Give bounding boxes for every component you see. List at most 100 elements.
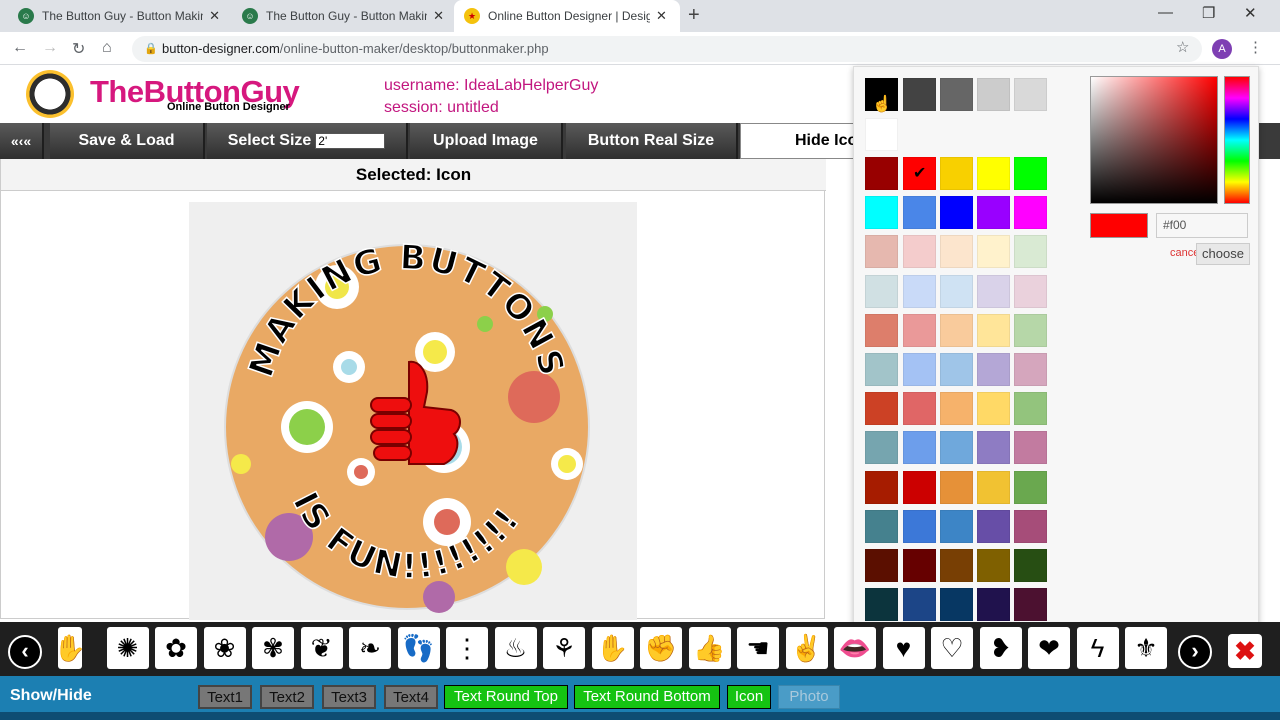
toggle-icon[interactable]: Icon — [727, 685, 771, 709]
color-swatch[interactable] — [903, 549, 936, 582]
color-swatch[interactable] — [903, 235, 936, 269]
color-swatch[interactable] — [865, 549, 898, 582]
hex-input[interactable]: #f00 — [1156, 213, 1248, 238]
leaf-icon[interactable]: ❧ — [349, 627, 391, 669]
new-tab-button[interactable]: + — [688, 4, 700, 27]
color-swatch[interactable] — [1014, 78, 1047, 111]
peace-icon[interactable]: ✌ — [785, 627, 828, 669]
color-swatch[interactable] — [940, 392, 973, 426]
color-swatch[interactable] — [1014, 392, 1047, 426]
hide-icon-button[interactable]: Hide Ico — [740, 123, 860, 159]
color-swatch[interactable] — [977, 353, 1010, 386]
color-swatch[interactable] — [865, 353, 898, 386]
profile-avatar[interactable]: A — [1212, 39, 1232, 59]
reload-icon[interactable]: ↻ — [72, 39, 85, 59]
pointing-hand-icon[interactable]: ☚ — [737, 627, 779, 669]
choose-button[interactable]: choose — [1196, 243, 1250, 265]
color-swatch[interactable] — [977, 549, 1010, 582]
button-preview[interactable]: MAKING BUTTONS IS FUN!!!!!!!! — [189, 202, 637, 620]
color-swatch[interactable] — [977, 431, 1010, 465]
color-swatch[interactable] — [865, 196, 898, 230]
sunflower-icon[interactable]: ✺ — [106, 627, 149, 669]
color-swatch[interactable] — [865, 470, 898, 504]
heart-solid-icon[interactable]: ♥ — [882, 627, 925, 669]
color-swatch[interactable] — [1014, 313, 1047, 347]
color-swatch[interactable] — [1014, 353, 1047, 386]
selected-color-swatch[interactable] — [903, 157, 936, 190]
thumbs-up-icon[interactable]: 👍 — [688, 627, 731, 669]
close-icon-strip-button[interactable]: ✖ — [1228, 634, 1262, 668]
color-swatch[interactable] — [1014, 274, 1047, 308]
color-swatch[interactable] — [903, 470, 936, 504]
restore-button[interactable]: ❐ — [1202, 4, 1215, 22]
color-swatch[interactable] — [903, 509, 936, 543]
color-swatch[interactable] — [977, 392, 1010, 426]
color-swatch[interactable] — [940, 353, 973, 386]
color-swatch[interactable] — [940, 157, 973, 190]
color-swatch[interactable] — [940, 235, 973, 269]
color-swatch[interactable] — [903, 274, 936, 308]
color-swatch[interactable] — [865, 157, 898, 190]
toggle-text4[interactable]: Text4 — [384, 685, 438, 709]
size-input[interactable]: 2' — [315, 133, 386, 149]
hand-icon[interactable]: ✋ — [591, 627, 634, 669]
color-swatch[interactable] — [977, 470, 1010, 504]
select-size-button[interactable]: Select Size 2' — [207, 123, 408, 159]
toggle-text1[interactable]: Text1 — [198, 685, 252, 709]
grass-icon[interactable]: ⚘ — [543, 627, 585, 669]
color-swatch[interactable] — [1014, 509, 1047, 543]
footprints-icon[interactable]: 👣 — [397, 627, 440, 669]
bookmark-star-icon[interactable]: ☆ — [1176, 38, 1189, 56]
tab-close-icon[interactable]: ✕ — [433, 8, 444, 24]
toggle-photo[interactable]: Photo — [778, 685, 840, 709]
foot-icon[interactable]: ⋮ — [446, 627, 488, 669]
color-swatch[interactable] — [865, 509, 898, 543]
color-swatch[interactable] — [1014, 431, 1047, 465]
color-swatch[interactable] — [865, 235, 898, 269]
color-swatch[interactable] — [903, 78, 936, 111]
color-swatch[interactable] — [977, 274, 1010, 308]
color-swatch[interactable] — [940, 313, 973, 347]
color-swatch[interactable] — [1014, 196, 1047, 230]
lips-icon[interactable]: 👄 — [834, 627, 876, 669]
flower-solid-icon[interactable]: ❀ — [203, 627, 246, 669]
hue-slider[interactable] — [1224, 76, 1250, 204]
color-swatch[interactable] — [1014, 470, 1047, 504]
color-swatch[interactable] — [977, 313, 1010, 347]
toggle-text-round-bottom[interactable]: Text Round Bottom — [574, 685, 720, 709]
color-swatch[interactable] — [940, 588, 973, 622]
forward-arrow-icon[interactable]: → — [42, 39, 58, 57]
flame-icon[interactable]: ♨ — [494, 627, 537, 669]
branch-icon[interactable]: ❦ — [300, 627, 343, 669]
color-swatch[interactable] — [977, 509, 1010, 543]
color-swatch[interactable] — [940, 431, 973, 465]
fist-icon[interactable]: ✊ — [640, 627, 682, 669]
color-swatch[interactable] — [1014, 588, 1047, 622]
tab-close-icon[interactable]: ✕ — [656, 8, 667, 24]
color-swatch[interactable] — [940, 549, 973, 582]
browser-tab-1[interactable]: ☺ The Button Guy - Button Making ✕ — [8, 0, 230, 32]
color-swatch[interactable] — [903, 392, 936, 426]
home-icon[interactable]: ⌂ — [102, 39, 112, 57]
color-swatch[interactable] — [940, 196, 973, 230]
color-swatch[interactable] — [940, 274, 973, 308]
color-swatch[interactable] — [940, 78, 973, 111]
heart-ornate-icon[interactable]: ❤ — [1028, 627, 1070, 669]
toggle-text-round-top[interactable]: Text Round Top — [444, 685, 568, 709]
color-swatch[interactable] — [903, 313, 936, 347]
upload-image-button[interactable]: Upload Image — [410, 123, 563, 159]
save-load-button[interactable]: Save & Load — [50, 123, 205, 159]
broken-heart-icon[interactable]: ❥ — [979, 627, 1022, 669]
prev-arrow-button[interactable]: ‹ — [8, 635, 42, 669]
flower-outline-icon[interactable]: ✿ — [155, 627, 197, 669]
color-swatch[interactable] — [1014, 235, 1047, 269]
color-swatch[interactable] — [977, 588, 1010, 622]
color-swatch[interactable] — [940, 509, 973, 543]
color-swatch[interactable] — [1014, 157, 1047, 190]
hand-partial-icon[interactable]: ✋ — [54, 627, 86, 669]
color-swatch[interactable] — [977, 235, 1010, 269]
button-real-size-button[interactable]: Button Real Size — [566, 123, 738, 159]
saturation-picker[interactable] — [1090, 76, 1218, 204]
lightning-icon[interactable]: ϟ — [1076, 627, 1119, 669]
color-swatch[interactable] — [903, 353, 936, 386]
